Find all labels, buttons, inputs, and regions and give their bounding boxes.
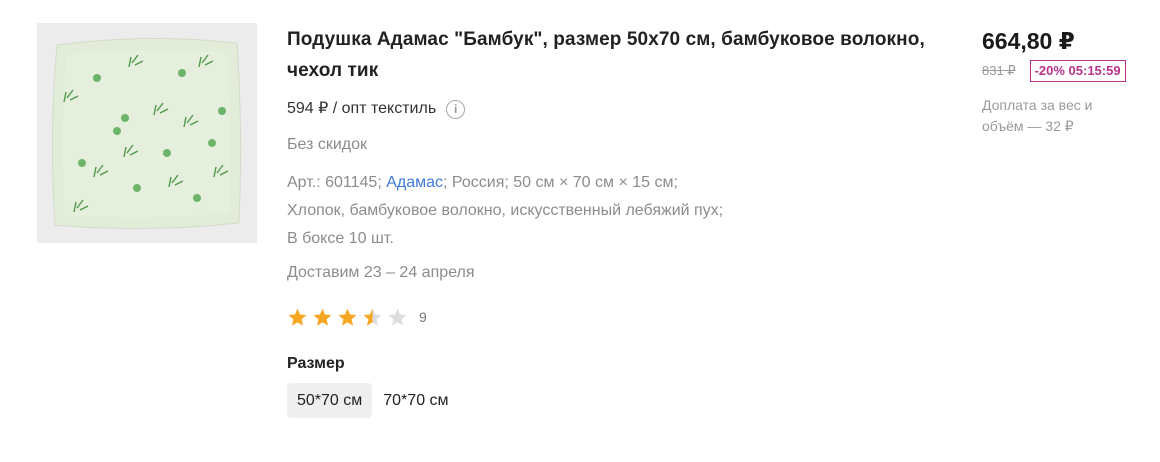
pillow-illustration [37,23,257,243]
article-number: Арт.: 601145; [287,174,382,191]
rating-stars [287,307,412,328]
no-discount-text: Без скидок [287,136,367,153]
star-icon [288,308,307,326]
delivery-date: Доставим 23 – 24 апреля [287,264,475,281]
star-icon [338,308,357,326]
old-price: 831 ₽ [982,63,1016,78]
product-image[interactable] [37,23,257,243]
info-circle-icon[interactable]: i [446,99,466,119]
specs-line-2: Хлопок, бамбуковое волокно, искусственны… [287,202,724,219]
size-label: Размер [287,355,345,372]
size-option-1[interactable]: 50*70 см [287,383,373,418]
star-icon [363,308,382,326]
specs-line-1: Арт.: 601145; Адамас; Россия; 50 см × 70… [287,169,927,197]
specs-country-dimensions: ; Россия; 50 см × 70 см × 15 см; [443,174,678,191]
product-title[interactable]: Подушка Адамас "Бамбук", размер 50x70 см… [287,24,927,86]
product-specs: Арт.: 601145; Адамас; Россия; 50 см × 70… [287,169,927,253]
reviews-count[interactable]: 9 [419,309,427,325]
product-info: Подушка Адамас "Бамбук", размер 50x70 см… [287,24,927,418]
size-option-2[interactable]: 70*70 см [373,383,458,418]
specs-line-3: В боксе 10 шт. [287,230,394,247]
discount-timer-badge: -20% 05:15:59 [1029,60,1126,82]
wholesale-price: 594 ₽ / опт текстиль [287,100,437,117]
star-icon [313,308,332,326]
product-card: Подушка Адамас "Бамбук", размер 50x70 см… [0,0,1160,462]
surcharge-text: Доплата за вес и объём — 32 ₽ [982,97,1093,134]
star-icon [388,308,407,326]
brand-link[interactable]: Адамас [386,174,443,191]
price-column: 664,80 ₽ 831 ₽ -20% 05:15:59 Доплата за … [982,26,1152,137]
size-options: 50*70 см 70*70 см [287,383,927,418]
wholesale-price-row: 594 ₽ / опт текстиль i [287,98,927,120]
rating-row[interactable]: 9 [287,306,927,328]
price-row: 831 ₽ -20% 05:15:59 [982,60,1152,82]
current-price: 664,80 ₽ [982,28,1075,54]
